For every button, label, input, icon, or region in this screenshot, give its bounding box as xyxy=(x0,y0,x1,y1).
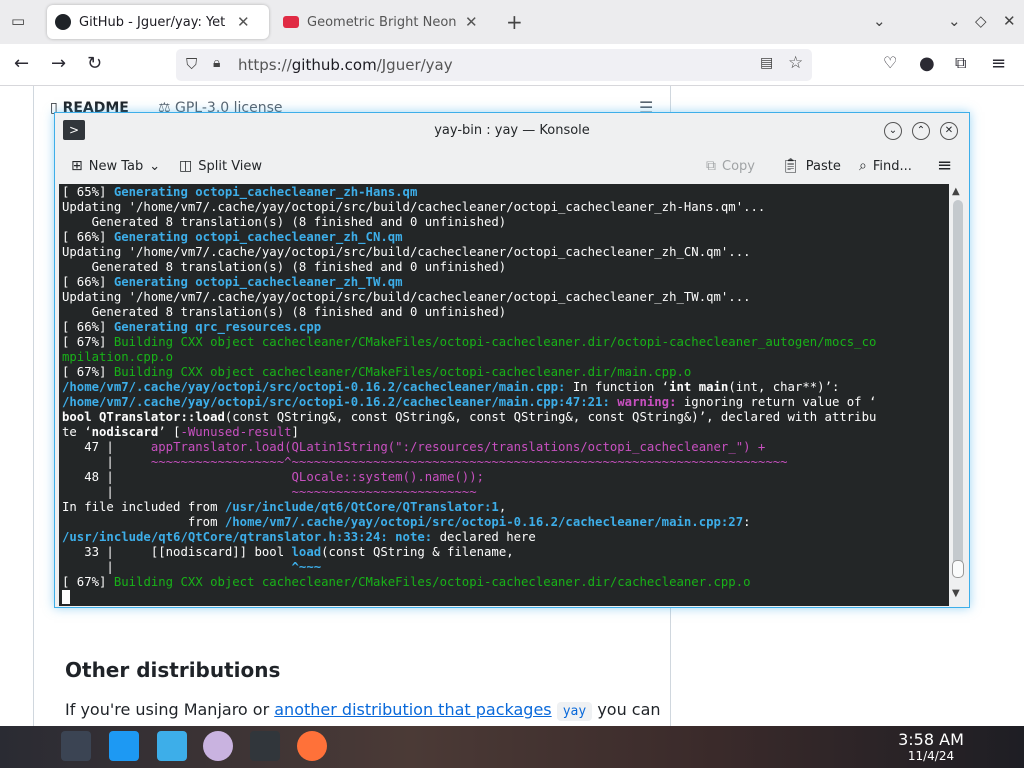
shield-icon[interactable]: ⛉ xyxy=(186,55,197,73)
konsole-title: yay-bin : yay — Konsole xyxy=(434,123,590,138)
minimize-window-icon[interactable]: ⌄ xyxy=(948,12,961,30)
new-tab-button[interactable]: ⊞ New Tab ⌄ xyxy=(71,158,160,174)
scroll-up-icon[interactable]: ▲ xyxy=(952,186,960,197)
konsole-titlebar[interactable]: > yay-bin : yay — Konsole ⌄ ⌃ ✕ xyxy=(55,113,969,149)
copy-icon: ⧉ xyxy=(706,158,716,174)
content-border-left xyxy=(33,86,34,726)
search-icon: ⌕ xyxy=(859,158,867,174)
close-tab-icon[interactable]: ✕ xyxy=(465,13,478,31)
terminal-line: /home/vm7/.cache/yay/octopi/src/octopi-0… xyxy=(62,395,877,409)
terminal-line: [ 67%] Building CXX object cachecleaner/… xyxy=(62,575,751,589)
extensions-icon[interactable]: ⧉ xyxy=(955,53,966,73)
paragraph: If you're using Manjaro or another distr… xyxy=(65,700,661,721)
menu-icon[interactable]: ≡ xyxy=(991,53,1006,74)
find-button[interactable]: ⌕ Find... xyxy=(859,158,912,174)
copy-button[interactable]: ⧉ Copy xyxy=(706,158,755,174)
close-icon[interactable]: ✕ xyxy=(940,122,958,140)
close-window-icon[interactable]: ✕ xyxy=(1003,12,1016,30)
terminal-line: mpilation.cpp.o xyxy=(62,350,174,364)
scrollbar[interactable]: ▲ ▼ xyxy=(949,184,967,606)
bookmark-star-icon[interactable]: ☆ xyxy=(788,53,803,73)
terminal-line: [ 67%] Building CXX object cachecleaner/… xyxy=(62,365,692,379)
terminal-line: | ^~~~ xyxy=(62,560,322,574)
terminal-line: | ~~~~~~~~~~~~~~~~~~~~~~~~~ xyxy=(62,485,477,499)
list-all-tabs-icon[interactable]: ⌄ xyxy=(873,12,886,30)
github-favicon-icon xyxy=(55,14,71,30)
distribution-link[interactable]: another distribution that packages xyxy=(274,700,551,719)
app-launcher-icon[interactable] xyxy=(61,731,91,761)
paste-button[interactable]: 📋︎ Paste xyxy=(782,158,841,174)
browser-tab-bar: ▭ GitHub - Jguer/yay: Yet another Yogurt… xyxy=(0,0,1024,44)
terminal-line: bool QTranslator::load(const QString&, c… xyxy=(62,410,877,424)
terminal-line: 48 | QLocale::system().name()); xyxy=(62,470,485,484)
scroll-thumb[interactable] xyxy=(952,560,964,578)
url-bar[interactable]: ⛉ 🔒︎ https://github.com/Jguer/yay ▤ ☆ xyxy=(176,49,812,81)
terminal-line: te ‘nodiscard’ [-Wunused-result] xyxy=(62,425,299,439)
konsole-window: > yay-bin : yay — Konsole ⌄ ⌃ ✕ ⊞ New Tab… xyxy=(54,112,970,608)
pocket-icon[interactable]: ♡ xyxy=(883,53,897,72)
scroll-track xyxy=(953,200,963,572)
taskbar: 3:58 AM 11/4/24 xyxy=(0,726,1024,768)
clock-time[interactable]: 3:58 AM xyxy=(896,730,966,749)
account-icon[interactable]: ● xyxy=(919,53,935,74)
youtube-favicon-icon xyxy=(283,16,299,28)
section-heading: Other distributions xyxy=(65,658,281,682)
terminal-line: | ~~~~~~~~~~~~~~~~~~^~~~~~~~~~~~~~~~~~~~… xyxy=(62,455,788,469)
terminal-line: Updating '/home/vm7/.cache/yay/octopi/sr… xyxy=(62,200,766,214)
clock-date[interactable]: 11/4/24 xyxy=(896,749,966,763)
konsole-task-icon[interactable] xyxy=(250,731,280,761)
new-tab-icon: ⊞ xyxy=(71,158,83,174)
chevron-down-icon: ⌄ xyxy=(149,158,161,174)
tab-overview-icon[interactable]: ▭ xyxy=(11,12,25,30)
new-tab-icon[interactable]: + xyxy=(506,10,523,34)
reload-icon[interactable]: ↻ xyxy=(87,53,102,74)
tab-neon-triangles[interactable]: Geometric Bright Neon Triangles ✕ xyxy=(275,5,497,39)
minimize-icon[interactable]: ⌄ xyxy=(884,122,902,140)
scroll-down-icon[interactable]: ▼ xyxy=(952,588,960,599)
file-manager-icon[interactable] xyxy=(157,731,187,761)
navigation-bar: ← → ↻ ⛉ 🔒︎ https://github.com/Jguer/yay … xyxy=(0,44,1024,86)
url-text[interactable]: https://github.com/Jguer/yay xyxy=(238,56,453,74)
maximize-icon[interactable]: ⌃ xyxy=(912,122,930,140)
terminal-line: /home/vm7/.cache/yay/octopi/src/octopi-0… xyxy=(62,380,840,394)
terminal-line: [ 66%] Generating octopi_cachecleaner_zh… xyxy=(62,230,403,244)
paste-icon: 📋︎ xyxy=(782,158,800,174)
forward-icon[interactable]: → xyxy=(51,53,66,74)
terminal-line: [ 66%] Generating qrc_resources.cpp xyxy=(62,320,322,334)
cursor xyxy=(62,590,70,604)
terminal-line: from /home/vm7/.cache/yay/octopi/src/oct… xyxy=(62,515,751,529)
back-icon[interactable]: ← xyxy=(14,53,29,74)
close-tab-icon[interactable]: ✕ xyxy=(237,13,250,31)
reader-view-icon[interactable]: ▤ xyxy=(760,55,773,71)
terminal-line: 33 | [[nodiscard]] bool load(const QStri… xyxy=(62,545,514,559)
terminal-output[interactable]: [ 65%] Generating octopi_cachecleaner_zh… xyxy=(59,184,949,606)
terminal-line: [ 67%] Building CXX object cachecleaner/… xyxy=(62,335,877,349)
tab-title: GitHub - Jguer/yay: Yet another Yogurt xyxy=(79,14,229,30)
terminal-line: Updating '/home/vm7/.cache/yay/octopi/sr… xyxy=(62,245,751,259)
terminal-line: /usr/include/qt6/QtCore/qtranslator.h:33… xyxy=(62,530,536,544)
maximize-window-icon[interactable]: ◇ xyxy=(975,12,987,30)
terminal-line: [ 65%] Generating octopi_cachecleaner_zh… xyxy=(62,185,418,199)
split-view-icon: ◫ xyxy=(179,158,193,174)
terminal-line: Generated 8 translation(s) (8 finished a… xyxy=(62,260,507,274)
terminal-line: Generated 8 translation(s) (8 finished a… xyxy=(62,305,507,319)
octopi-icon[interactable] xyxy=(203,731,233,761)
split-view-button[interactable]: ◫ Split View xyxy=(179,158,262,174)
tab-github-yay[interactable]: GitHub - Jguer/yay: Yet another Yogurt ✕ xyxy=(47,5,269,39)
terminal-line: In file included from /usr/include/qt6/Q… xyxy=(62,500,507,514)
tab-title: Geometric Bright Neon Triangles xyxy=(307,14,457,30)
konsole-toolbar: ⊞ New Tab ⌄ ◫ Split View ⧉ Copy 📋︎ Paste ⌕ Fin… xyxy=(55,149,969,185)
terminal-line: Updating '/home/vm7/.cache/yay/octopi/sr… xyxy=(62,290,751,304)
prompt-line xyxy=(62,590,949,605)
terminal-line: [ 66%] Generating octopi_cachecleaner_zh… xyxy=(62,275,403,289)
discover-store-icon[interactable] xyxy=(109,731,139,761)
terminal-line: Generated 8 translation(s) (8 finished a… xyxy=(62,215,507,229)
yay-code: yay xyxy=(556,702,593,721)
terminal-line: 47 | appTranslator.load(QLatin1String(":… xyxy=(62,440,766,454)
firefox-icon[interactable] xyxy=(297,731,327,761)
hamburger-menu-icon[interactable]: ≡ xyxy=(937,155,952,176)
lock-icon[interactable]: 🔒︎ xyxy=(213,55,220,71)
